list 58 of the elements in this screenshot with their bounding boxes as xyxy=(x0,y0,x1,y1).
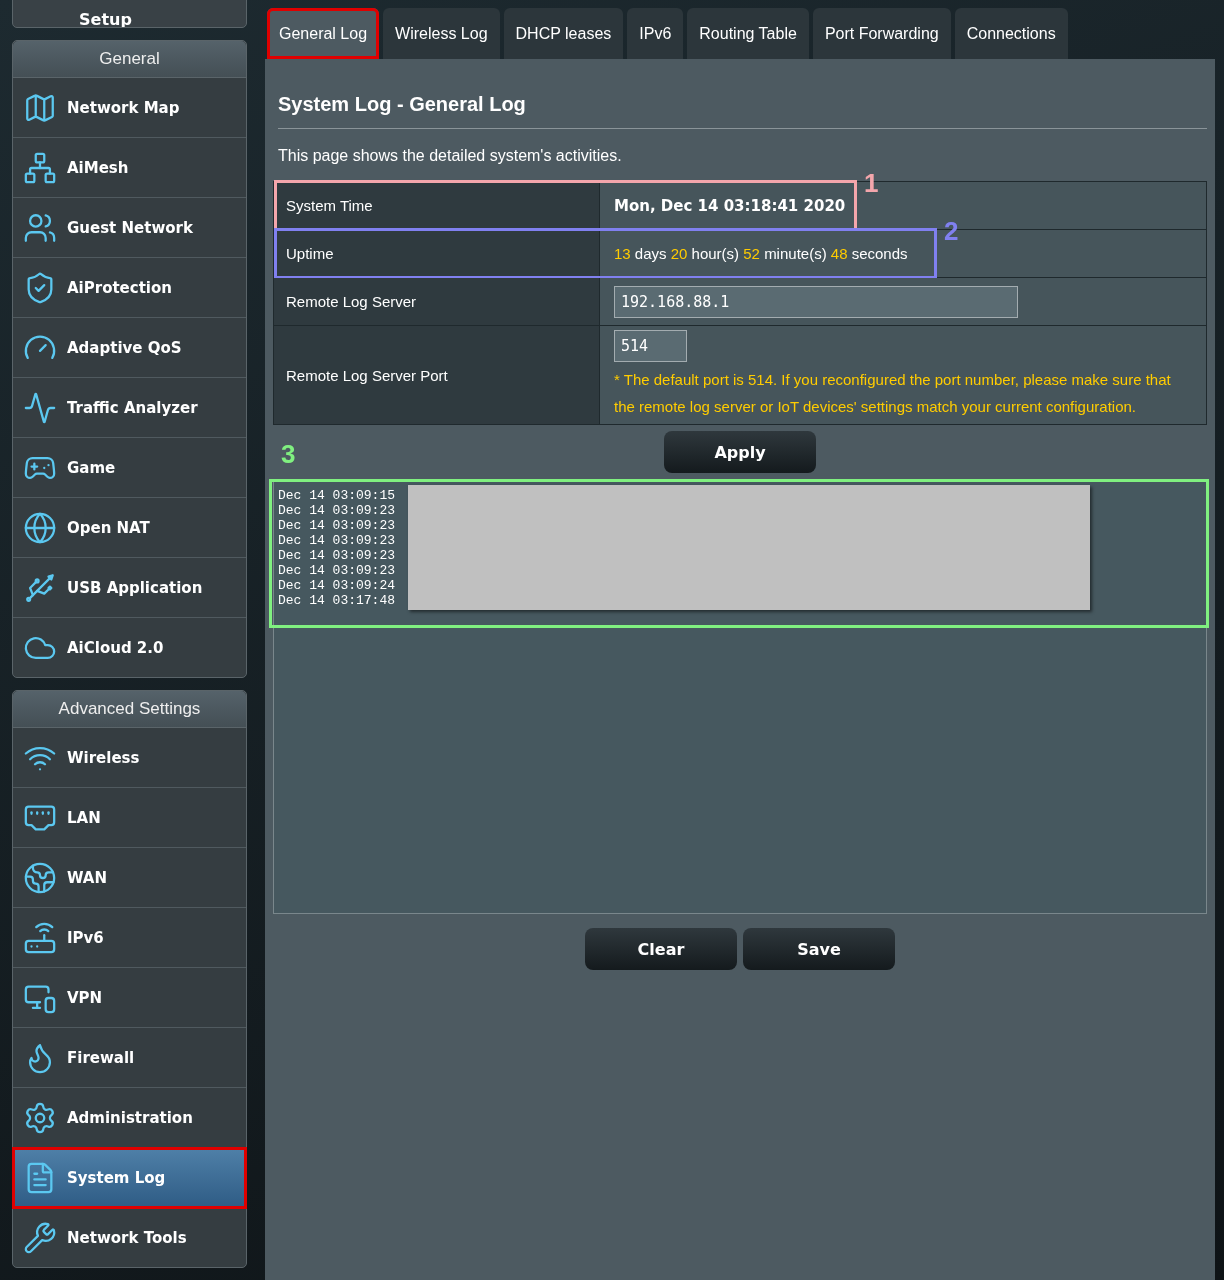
menu-item[interactable]: VPN xyxy=(13,968,246,1028)
uptime-value: 13 days 20 hour(s) 52 minute(s) 48 seconds xyxy=(614,245,909,262)
menu-item[interactable]: AiCloud 2.0 xyxy=(13,618,246,677)
log-timestamp: Dec 14 03:09:23 xyxy=(278,548,397,563)
log-timestamp: Dec 14 03:09:23 xyxy=(278,533,397,548)
menu-item[interactable]: Open NAT xyxy=(13,498,246,558)
tab[interactable]: General Log xyxy=(267,8,380,59)
menu-item[interactable]: Game xyxy=(13,438,246,498)
system-time-value: Mon, Dec 14 03:18:41 2020 xyxy=(614,196,847,215)
menu-section-header: General xyxy=(13,41,246,78)
tab[interactable]: IPv6 xyxy=(627,8,684,59)
menu-item[interactable]: Traffic Analyzer xyxy=(13,378,246,438)
router-icon xyxy=(23,920,57,955)
save-button[interactable]: Save xyxy=(743,928,895,970)
row-label: Uptime xyxy=(274,230,600,277)
tab[interactable]: Port Forwarding xyxy=(812,8,951,59)
gear-icon xyxy=(23,1100,57,1135)
log-timestamp: Dec 14 03:09:23 xyxy=(278,503,397,518)
tab[interactable]: Wireless Log xyxy=(383,8,500,59)
menu-item[interactable]: Adaptive QoS xyxy=(13,318,246,378)
log-timestamp: Dec 14 03:09:23 xyxy=(278,563,397,578)
menu-item[interactable]: Firewall xyxy=(13,1028,246,1088)
tab[interactable]: DHCP leases xyxy=(503,8,624,59)
tab[interactable]: Connections xyxy=(954,8,1068,59)
annotation-number: 2 xyxy=(944,216,959,247)
annotation-number: 3 xyxy=(281,439,296,470)
menu-item[interactable]: Guest Network xyxy=(13,198,246,258)
pulse-icon xyxy=(23,390,57,425)
clear-button[interactable]: Clear xyxy=(585,928,737,970)
port-note: * The default port is 514. If you reconfigured the port number, please make sure that the remote log server or IoT devices' settings match your current configuration. xyxy=(614,370,1172,417)
annotation-number: 1 xyxy=(864,168,879,199)
apply-button[interactable]: Apply xyxy=(664,431,816,473)
menu-section-header: Advanced Settings xyxy=(13,691,246,728)
port-input-field[interactable]: 514 xyxy=(614,330,687,362)
page-description: This page shows the detailed system's activities. xyxy=(278,147,623,165)
menu-item[interactable]: AiProtection xyxy=(13,258,246,318)
wrench-icon xyxy=(23,1220,57,1255)
menu-item[interactable]: System Log xyxy=(13,1148,246,1208)
menu-item[interactable]: Network Tools xyxy=(13,1208,246,1267)
server-input-field[interactable]: 192.168.88.1 xyxy=(614,285,1018,318)
row-label: Remote Log Server xyxy=(274,278,600,325)
log-timestamp: Dec 14 03:09:24 xyxy=(278,578,397,593)
globe-icon xyxy=(23,860,57,895)
network-icon xyxy=(23,150,57,185)
menu-item[interactable]: Wireless xyxy=(13,728,246,788)
menu-item[interactable]: Network Map xyxy=(13,78,246,138)
log-timestamp: Dec 14 03:09:23 xyxy=(278,518,397,533)
tab[interactable]: Routing Table xyxy=(687,8,809,59)
row-label: System Time xyxy=(274,182,600,229)
log-timestamp: Dec 14 03:09:15 xyxy=(278,488,397,503)
page-title: System Log - General Log xyxy=(278,93,1207,129)
menu-item[interactable]: USB Application xyxy=(13,558,246,618)
row-label: Remote Log Server Port xyxy=(274,326,600,424)
log-timestamp: Dec 14 03:17:48 xyxy=(278,593,397,608)
menu-item[interactable]: AiMesh xyxy=(13,138,246,198)
menu-item[interactable]: LAN xyxy=(13,788,246,848)
menu-item[interactable]: WAN xyxy=(13,848,246,908)
menu-item[interactable]: IPv6 xyxy=(13,908,246,968)
